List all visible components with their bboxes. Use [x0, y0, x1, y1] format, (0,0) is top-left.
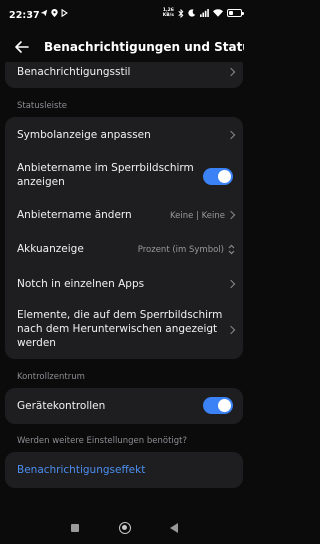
row-label: Anbietername im Sperrbildschirm anzeigen [17, 161, 194, 189]
chevron-right-icon [226, 210, 236, 220]
row-battery-display[interactable]: Akkuanzeige Prozent (im Symbol) [5, 232, 243, 266]
app-header-front: Benachrichtigungen und Statusle… [0, 34, 250, 62]
bluetooth-icon [178, 8, 184, 18]
settings-card-control-center: Gerätekontrollen [5, 388, 243, 424]
battery-tip [242, 12, 244, 15]
updown-chevron-icon [228, 244, 235, 255]
net-speed: 1,26 KB/s [163, 8, 174, 18]
location-icon [51, 9, 58, 17]
play-icon [61, 9, 68, 17]
status-time: 22:37 [9, 10, 40, 21]
chevron-right-icon [226, 279, 236, 289]
row-label-line2: nach dem Herunterwischen angezeigt [17, 323, 218, 335]
battery-level [229, 11, 233, 15]
home-circle-icon[interactable] [119, 522, 131, 534]
page-title: Benachrichtigungen und Statusle… [44, 40, 244, 54]
status-left-icons [40, 9, 68, 17]
wifi-icon [213, 9, 223, 17]
row-label: Symbolanzeige anpassen [17, 129, 151, 141]
row-label: Anbietername ändern [17, 209, 132, 221]
row-label-line3: werden [17, 337, 56, 349]
device-controls-toggle[interactable] [203, 397, 233, 414]
row-value: Prozent (im Symbol) [137, 245, 224, 255]
row-label: Benachrichtigungsstil [17, 66, 131, 78]
toggle-knob [218, 170, 231, 183]
moon-icon [188, 9, 196, 17]
row-change-provider[interactable]: Anbietername ändern Keine | Keine [5, 198, 243, 232]
battery-icon [227, 9, 244, 17]
section-header-statusbar: Statusleiste [17, 101, 68, 111]
row-label: Gerätekontrollen [17, 400, 106, 412]
chevron-right-icon [226, 130, 236, 140]
row-label-line1: Elemente, die auf dem Sperrbildschirm [17, 309, 223, 321]
arrow-left-icon[interactable] [14, 39, 30, 55]
settings-card-more: Benachrichtigungseffekt [5, 452, 243, 488]
provider-lockscreen-toggle[interactable] [203, 168, 233, 185]
screen: 22:37 1,26 KB/s Benachrichtigungen und [0, 0, 250, 544]
row-label: Akkuanzeige [17, 243, 84, 255]
net-speed-unit: KB/s [162, 13, 174, 18]
notification-effect-link[interactable]: Benachrichtigungseffekt [17, 463, 145, 477]
back-triangle-icon[interactable] [170, 523, 179, 533]
row-device-controls[interactable]: Gerätekontrollen [5, 388, 243, 424]
section-header-control-center: Kontrollzentrum [17, 372, 85, 382]
row-label: Elemente, die auf dem Sperrbildschirm na… [17, 308, 232, 350]
row-label: Notch in einzelnen Apps [17, 278, 145, 290]
toggle-knob [218, 399, 231, 412]
row-lockscreen-elements[interactable]: Elemente, die auf dem Sperrbildschirm na… [5, 302, 243, 359]
row-value: Keine | Keine [170, 211, 225, 221]
settings-card-statusbar: Symbolanzeige anpassen Anbietername im S… [5, 117, 243, 359]
status-bar: 22:37 1,26 KB/s [0, 0, 250, 30]
row-notification-effect[interactable]: Benachrichtigungseffekt [5, 452, 243, 488]
row-label-line1: Anbietername im Sperrbildschirm [17, 162, 194, 174]
status-right-icons: 1,26 KB/s [163, 8, 244, 18]
row-provider-lockscreen[interactable]: Anbietername im Sperrbildschirm anzeigen [5, 154, 243, 198]
system-nav-bar [0, 514, 250, 544]
row-icon-display[interactable]: Symbolanzeige anpassen [5, 117, 243, 154]
recents-square-icon[interactable] [71, 524, 79, 532]
chevron-right-icon [226, 67, 236, 77]
signal-icon [200, 9, 209, 17]
row-notch[interactable]: Notch in einzelnen Apps [5, 266, 243, 302]
home-circle-dot [122, 525, 127, 530]
row-label-line2: anzeigen [17, 176, 65, 188]
section-header-more-settings: Werden weitere Einstellungen benötigt? [17, 436, 188, 446]
telegram-icon [40, 9, 48, 17]
